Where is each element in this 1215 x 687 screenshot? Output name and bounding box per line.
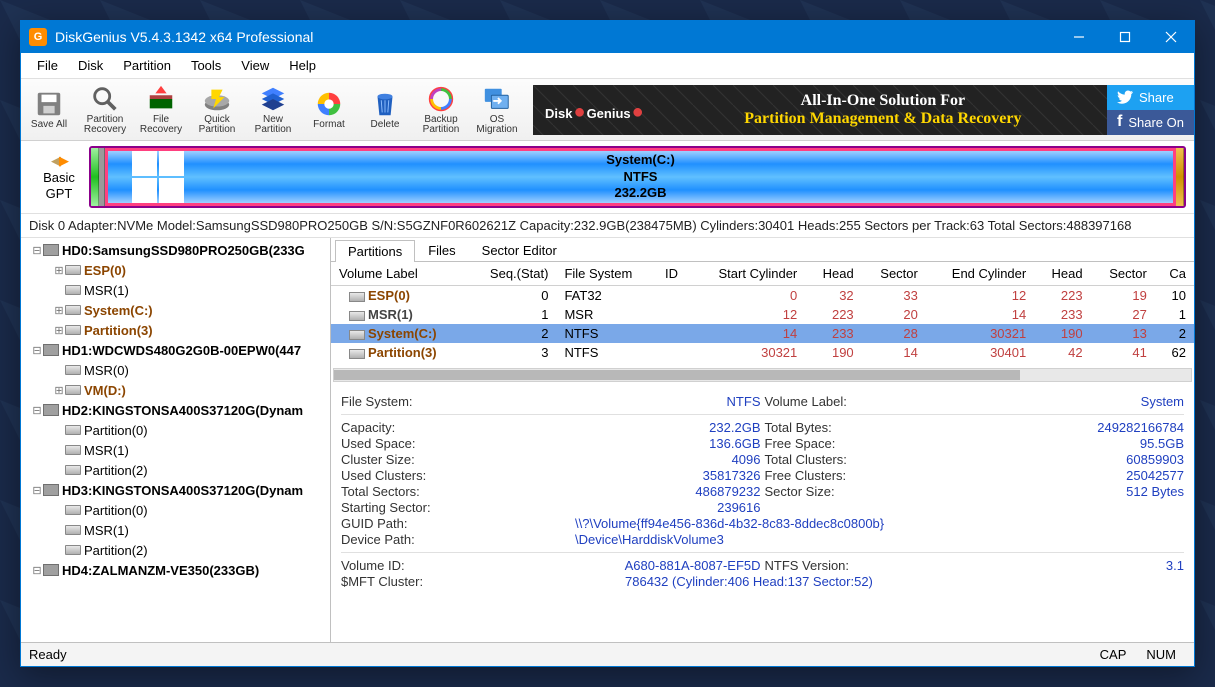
partition-details: File System:NTFS Volume Label:System Cap… bbox=[331, 388, 1194, 642]
minimize-button[interactable] bbox=[1056, 21, 1102, 53]
tab-partitions[interactable]: Partitions bbox=[335, 240, 415, 262]
status-num: NUM bbox=[1136, 647, 1186, 662]
statusbar: Ready CAP NUM bbox=[21, 642, 1194, 666]
tree-item[interactable]: Partition(0) bbox=[21, 500, 330, 520]
tab-sector-editor[interactable]: Sector Editor bbox=[469, 239, 570, 261]
table-row[interactable]: Partition(3)3NTFS303211901430401424162 bbox=[331, 343, 1194, 362]
partition-segment-partition3[interactable] bbox=[1176, 148, 1184, 206]
file-recovery-button[interactable]: File Recovery bbox=[133, 81, 189, 139]
tree-item[interactable]: ⊞System(C:) bbox=[21, 300, 330, 320]
save-all-button[interactable]: Save All bbox=[21, 81, 77, 139]
backup-partition-button[interactable]: Backup Partition bbox=[413, 81, 469, 139]
disk-tree[interactable]: ⊟HD0:SamsungSSD980PRO250GB(233G⊞ESP(0)MS… bbox=[21, 238, 331, 642]
menu-file[interactable]: File bbox=[27, 55, 68, 76]
close-button[interactable] bbox=[1148, 21, 1194, 53]
new-partition-icon bbox=[257, 84, 289, 114]
facebook-icon: f bbox=[1117, 113, 1122, 131]
tree-item[interactable]: ⊟HD3:KINGSTONSA400S37120G(Dynam bbox=[21, 480, 330, 500]
tree-item[interactable]: MSR(1) bbox=[21, 520, 330, 540]
tree-item[interactable]: ⊟HD4:ZALMANZM-VE350(233GB) bbox=[21, 560, 330, 580]
magnifier-icon bbox=[89, 84, 121, 114]
tree-item[interactable]: ⊞ESP(0) bbox=[21, 260, 330, 280]
tree-item[interactable]: ⊟HD1:WDCWDS480G2G0B-00EPW0(447 bbox=[21, 340, 330, 360]
delete-button[interactable]: Delete bbox=[357, 81, 413, 139]
os-migration-button[interactable]: OS Migration bbox=[469, 81, 525, 139]
detail-tabs: Partitions Files Sector Editor bbox=[331, 238, 1194, 262]
tree-item[interactable]: MSR(0) bbox=[21, 360, 330, 380]
titlebar: G DiskGenius V5.4.3.1342 x64 Professiona… bbox=[21, 21, 1194, 53]
tree-item[interactable]: ⊟HD2:KINGSTONSA400S37120G(Dynam bbox=[21, 400, 330, 420]
partition-recovery-button[interactable]: Partition Recovery bbox=[77, 81, 133, 139]
status-cap: CAP bbox=[1090, 647, 1137, 662]
status-text: Ready bbox=[29, 647, 67, 662]
window-title: DiskGenius V5.4.3.1342 x64 Professional bbox=[55, 29, 1056, 45]
tree-item[interactable]: Partition(2) bbox=[21, 460, 330, 480]
promo-banner: Disk●Genius● All-In-One Solution For Par… bbox=[533, 85, 1109, 135]
share-facebook-button[interactable]: f Share On bbox=[1107, 110, 1194, 135]
share-twitter-button[interactable]: Share bbox=[1107, 85, 1194, 110]
partition-segment-system[interactable]: System(C:) NTFS 232.2GB bbox=[105, 148, 1176, 206]
table-row[interactable]: System(C:)2NTFS142332830321190132 bbox=[331, 324, 1194, 343]
app-window: G DiskGenius V5.4.3.1342 x64 Professiona… bbox=[20, 20, 1195, 667]
menu-disk[interactable]: Disk bbox=[68, 55, 113, 76]
disk-nav-control[interactable]: ◀▶ Basic GPT bbox=[29, 152, 89, 201]
menubar: File Disk Partition Tools View Help bbox=[21, 53, 1194, 79]
os-migration-icon bbox=[481, 84, 513, 114]
tree-item[interactable]: Partition(2) bbox=[21, 540, 330, 560]
menu-view[interactable]: View bbox=[231, 55, 279, 76]
tab-files[interactable]: Files bbox=[415, 239, 468, 261]
tree-item[interactable]: ⊟HD0:SamsungSSD980PRO250GB(233G bbox=[21, 240, 330, 260]
table-row[interactable]: MSR(1)1MSR122232014233271 bbox=[331, 305, 1194, 324]
banner-title: Disk●Genius● bbox=[545, 94, 645, 126]
table-row[interactable]: ESP(0)0FAT3203233122231910 bbox=[331, 286, 1194, 306]
new-partition-button[interactable]: New Partition bbox=[245, 81, 301, 139]
trash-icon bbox=[369, 89, 401, 119]
windows-logo-icon bbox=[132, 151, 184, 203]
quick-partition-button[interactable]: Quick Partition bbox=[189, 81, 245, 139]
app-icon: G bbox=[29, 28, 47, 46]
twitter-icon bbox=[1117, 90, 1133, 104]
disk-map-row: ◀▶ Basic GPT System(C:) NTFS 232.2GB bbox=[21, 141, 1194, 214]
format-button[interactable]: Format bbox=[301, 81, 357, 139]
horizontal-scrollbar[interactable] bbox=[333, 368, 1192, 382]
maximize-button[interactable] bbox=[1102, 21, 1148, 53]
toolbar: Save All Partition Recovery File Recover… bbox=[21, 79, 1194, 141]
backup-icon bbox=[425, 84, 457, 114]
menu-partition[interactable]: Partition bbox=[113, 55, 181, 76]
tree-item[interactable]: ⊞VM(D:) bbox=[21, 380, 330, 400]
disk-info-line: Disk 0 Adapter:NVMe Model:SamsungSSD980P… bbox=[21, 214, 1194, 238]
tree-item[interactable]: Partition(0) bbox=[21, 420, 330, 440]
recover-icon bbox=[145, 84, 177, 114]
partition-table[interactable]: Volume LabelSeq.(Stat)File SystemIDStart… bbox=[331, 262, 1194, 362]
tree-item[interactable]: MSR(1) bbox=[21, 440, 330, 460]
format-icon bbox=[313, 89, 345, 119]
partition-segment-esp[interactable] bbox=[91, 148, 99, 206]
menu-tools[interactable]: Tools bbox=[181, 55, 231, 76]
tree-item[interactable]: MSR(1) bbox=[21, 280, 330, 300]
save-icon bbox=[33, 89, 65, 119]
disk-map: System(C:) NTFS 232.2GB bbox=[89, 146, 1186, 208]
menu-help[interactable]: Help bbox=[279, 55, 326, 76]
tree-item[interactable]: ⊞Partition(3) bbox=[21, 320, 330, 340]
quick-partition-icon bbox=[201, 84, 233, 114]
nav-arrows-icon: ◀▶ bbox=[29, 152, 89, 170]
